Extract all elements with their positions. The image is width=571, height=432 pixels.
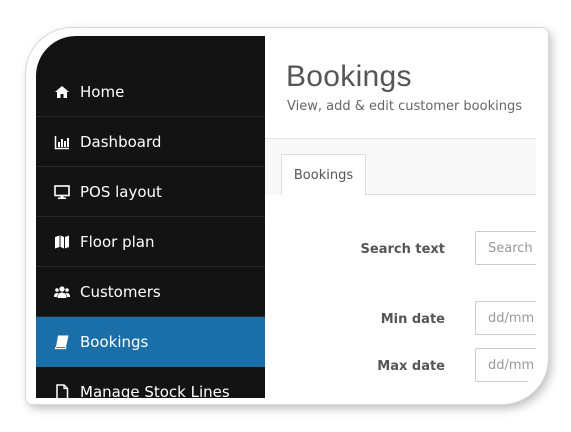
sidebar-item-label: Customers — [80, 282, 161, 301]
monitor-icon — [54, 184, 70, 200]
map-icon — [54, 234, 70, 250]
sidebar: Home Dashboard POS layout Floor plan Cus… — [36, 36, 265, 398]
main-content: Bookings View, add & edit customer booki… — [265, 36, 536, 398]
search-form: Search text Search t Min date dd/mm Max … — [265, 195, 536, 398]
sidebar-item-label: POS layout — [80, 182, 162, 201]
page-title: Bookings — [286, 60, 412, 93]
sidebar-item-bookings[interactable]: Bookings — [36, 317, 265, 367]
min-date-label: Min date — [380, 312, 445, 327]
max-date-label: Max date — [377, 359, 445, 374]
file-icon — [54, 383, 70, 398]
app-window: Home Dashboard POS layout Floor plan Cus… — [36, 36, 536, 398]
sidebar-item-dashboard[interactable]: Dashboard — [36, 117, 265, 167]
max-date-field[interactable]: dd/mm — [475, 348, 536, 382]
min-date-field[interactable]: dd/mm — [475, 301, 536, 335]
bar-chart-icon — [54, 134, 70, 150]
home-icon — [54, 84, 70, 100]
sidebar-item-pos-layout[interactable]: POS layout — [36, 167, 265, 217]
sidebar-item-label: Floor plan — [80, 232, 155, 251]
book-icon — [54, 334, 70, 350]
sidebar-item-floor-plan[interactable]: Floor plan — [36, 217, 265, 267]
sidebar-item-home[interactable]: Home — [36, 67, 265, 117]
bookings-content: Bookings Search text Search t Min date d… — [265, 139, 536, 398]
users-icon — [54, 284, 70, 300]
search-text-label: Search text — [360, 242, 445, 257]
page-subtitle: View, add & edit customer bookings — [287, 99, 522, 114]
sidebar-item-label: Dashboard — [80, 132, 162, 151]
sidebar-item-label: Bookings — [80, 332, 149, 351]
search-input[interactable]: Search t — [475, 231, 536, 265]
sidebar-item-customers[interactable]: Customers — [36, 267, 265, 317]
sidebar-item-manage-stock-lines[interactable]: Manage Stock Lines — [36, 367, 265, 398]
sidebar-item-label: Home — [80, 82, 125, 101]
tab-bookings[interactable]: Bookings — [281, 154, 366, 195]
sidebar-item-label: Manage Stock Lines — [80, 382, 230, 399]
